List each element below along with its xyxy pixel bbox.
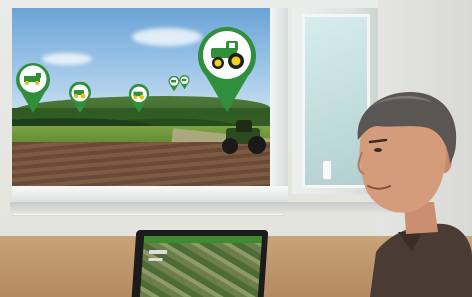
combine-pin <box>14 62 52 114</box>
man-portrait <box>357 92 472 297</box>
tractor-icon <box>128 84 150 113</box>
map-panel <box>148 258 163 261</box>
laptop <box>131 230 269 297</box>
tractor-icon <box>69 82 91 113</box>
field-tractor <box>220 120 268 154</box>
app-header-bar <box>143 236 263 243</box>
photo-scene <box>0 0 472 297</box>
combine-icon <box>16 62 51 113</box>
tractor-pin-tiny <box>179 75 190 90</box>
tractor-pin-large <box>196 26 258 114</box>
window-handle <box>322 160 332 180</box>
map-panel <box>148 250 168 254</box>
tractor-icon <box>198 27 256 112</box>
tractor-pin-small <box>68 82 92 114</box>
tractor-pin-small <box>128 84 150 114</box>
window-sash <box>270 8 288 204</box>
laptop-screen <box>139 236 263 297</box>
cloud <box>132 28 202 46</box>
tractor-icon <box>179 75 190 90</box>
